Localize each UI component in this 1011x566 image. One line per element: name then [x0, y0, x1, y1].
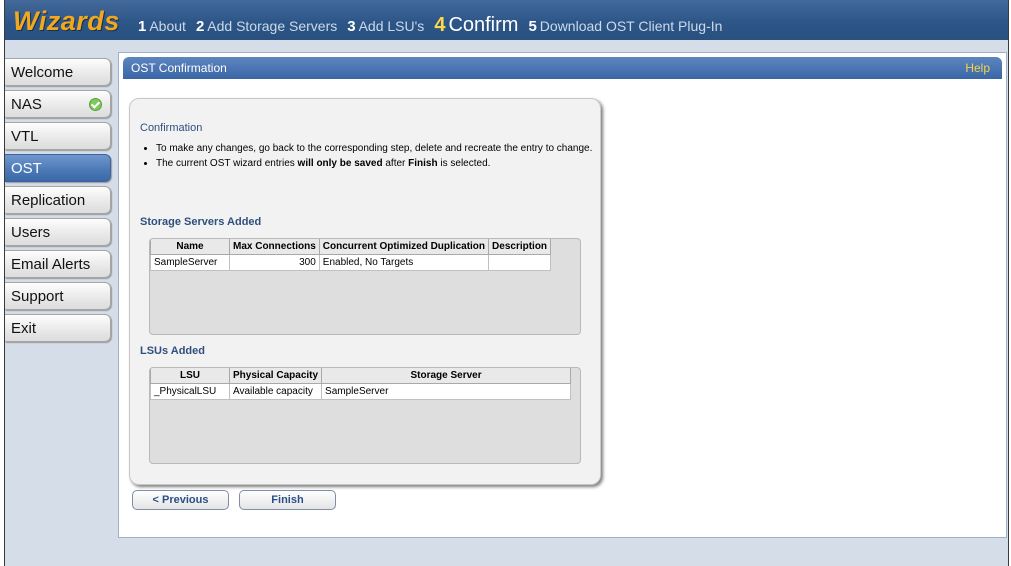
step-add-storage-servers[interactable]: 2 Add Storage Servers	[196, 18, 337, 35]
column-header[interactable]: Physical Capacity	[228, 368, 323, 384]
column-header[interactable]: Concurrent Optimized Duplication	[318, 239, 490, 255]
sidebar-item-users[interactable]: Users	[5, 218, 111, 246]
sidebar-item-email-alerts[interactable]: Email Alerts	[5, 250, 111, 278]
confirmation-heading: Confirmation	[140, 122, 203, 134]
panel-titlebar: OST Confirmation Help	[123, 57, 1002, 79]
wizard-header: Wizards 1 About 2 Add Storage Servers 3 Add…	[5, 0, 1008, 40]
column-header[interactable]: Max Connections	[229, 239, 320, 255]
check-icon	[89, 98, 102, 111]
column-header[interactable]: Name	[150, 239, 230, 255]
column-header[interactable]: Storage Server	[321, 368, 572, 384]
step-confirm[interactable]: 4 Confirm	[434, 14, 518, 37]
table-cell: SampleServer	[321, 383, 572, 400]
lsus-heading: LSUs Added	[140, 345, 205, 357]
sidebar-item-replication[interactable]: Replication	[5, 186, 111, 214]
lsus-table: LSU Physical Capacity Storage Server _Ph…	[149, 367, 581, 464]
app-frame: Wizards 1 About 2 Add Storage Servers 3 Add…	[4, 0, 1009, 566]
sidebar-item-support[interactable]: Support	[5, 282, 111, 310]
table-cell: _PhysicalLSU	[150, 383, 230, 400]
previous-button[interactable]: < Previous	[132, 490, 229, 510]
table-row[interactable]: SampleServer 300 Enabled, No Targets	[150, 254, 552, 271]
table-cell: 300	[229, 254, 320, 271]
table-row[interactable]: _PhysicalLSU Available capacity SampleSe…	[150, 383, 572, 400]
instruction-item: The current OST wizard entries will only…	[156, 158, 602, 170]
storage-servers-heading: Storage Servers Added	[140, 216, 262, 228]
help-link[interactable]: Help	[965, 57, 990, 79]
column-header[interactable]: LSU	[150, 368, 230, 384]
column-header[interactable]: Description	[488, 239, 552, 255]
step-about[interactable]: 1 About	[138, 18, 186, 35]
wizard-steps: 1 About 2 Add Storage Servers 3 Add LSU's 4…	[138, 14, 732, 37]
sidebar-item-welcome[interactable]: Welcome	[5, 58, 111, 86]
sidebar-item-nas[interactable]: NAS	[5, 90, 111, 118]
main-panel: OST Confirmation Help Confirmation To ma…	[118, 52, 1007, 538]
instruction-item: To make any changes, go back to the corr…	[156, 143, 602, 155]
table-cell: SampleServer	[150, 254, 230, 271]
page-title: OST Confirmation	[131, 61, 227, 75]
storage-servers-table: Name Max Connections Concurrent Optimize…	[149, 238, 581, 335]
sidebar-item-ost[interactable]: OST	[5, 154, 111, 182]
table-cell: Available capacity	[228, 383, 323, 400]
sidebar-item-vtl[interactable]: VTL	[5, 122, 111, 150]
instruction-list: To make any changes, go back to the corr…	[138, 143, 602, 173]
step-add-lsus[interactable]: 3 Add LSU's	[347, 18, 424, 35]
sidebar-nav: Welcome NAS VTL OST Replication Users Em…	[5, 58, 111, 346]
confirmation-card: Confirmation To make any changes, go bac…	[129, 98, 601, 485]
step-download-plugin[interactable]: 5 Download OST Client Plug-In	[528, 18, 722, 35]
brand-title: Wizards	[13, 6, 120, 36]
table-cell: Enabled, No Targets	[318, 254, 490, 271]
sidebar-item-exit[interactable]: Exit	[5, 314, 111, 342]
finish-button[interactable]: Finish	[239, 490, 336, 510]
table-cell	[488, 254, 552, 271]
